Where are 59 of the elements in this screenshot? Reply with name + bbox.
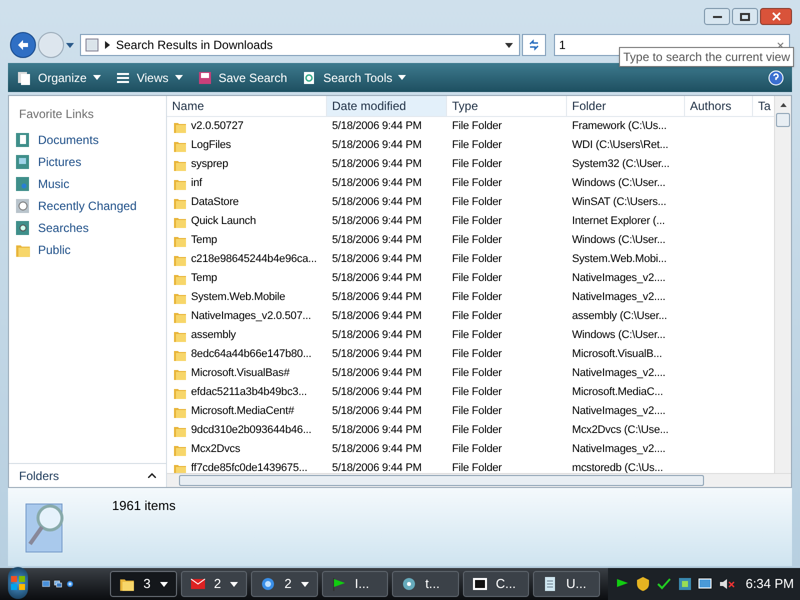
type-cell: File Folder	[452, 215, 502, 228]
folder-cell: Windows (C:\User...	[572, 234, 666, 246]
type-cell: File Folder	[452, 462, 502, 473]
tooltip: Type to search the current view	[619, 47, 794, 67]
date-cell: 5/18/2006 9:44 PM	[332, 158, 422, 170]
type-cell: File Folder	[452, 386, 502, 398]
type-cell: File Folder	[452, 158, 502, 170]
folder-cell: Internet Explorer (...	[572, 215, 665, 228]
folder-cell: Framework (C:\Us...	[572, 120, 667, 132]
date-cell: 5/18/2006 9:44 PM	[332, 462, 422, 473]
type-cell: File Folder	[452, 291, 502, 304]
date-cell: 5/18/2006 9:44 PM	[332, 443, 422, 456]
folder-cell: NativeImages_v2....	[572, 367, 666, 380]
date-cell: 5/18/2006 9:44 PM	[332, 386, 422, 398]
type-cell: File Folder	[452, 272, 502, 284]
type-cell: File Folder	[452, 424, 502, 436]
folder-cell: NativeImages_v2....	[572, 291, 666, 304]
date-cell: 5/18/2006 9:44 PM	[332, 215, 422, 228]
type-cell: File Folder	[452, 329, 502, 342]
type-cell: File Folder	[452, 405, 502, 418]
date-cell: 5/18/2006 9:44 PM	[332, 329, 422, 342]
date-cell: 5/18/2006 9:44 PM	[332, 120, 422, 132]
type-cell: File Folder	[452, 234, 502, 246]
type-cell: File Folder	[452, 348, 502, 360]
folder-cell: Microsoft.MediaC...	[572, 386, 663, 398]
date-cell: 5/18/2006 9:44 PM	[332, 348, 422, 360]
date-cell: 5/18/2006 9:44 PM	[332, 196, 422, 208]
folder-cell: Microsoft.VisualB...	[572, 348, 662, 360]
folder-cell: WinSAT (C:\Users...	[572, 196, 666, 208]
folder-cell: WDI (C:\Users\Ret...	[572, 139, 668, 152]
type-cell: File Folder	[452, 196, 502, 208]
date-cell: 5/18/2006 9:44 PM	[332, 310, 422, 322]
date-cell: 5/18/2006 9:44 PM	[332, 291, 422, 304]
date-cell: 5/18/2006 9:44 PM	[332, 253, 422, 266]
date-cell: 5/18/2006 9:44 PM	[332, 272, 422, 284]
type-cell: File Folder	[452, 253, 502, 266]
folder-cell: System.Web.Mobi...	[572, 253, 667, 266]
date-cell: 5/18/2006 9:44 PM	[332, 177, 422, 190]
date-cell: 5/18/2006 9:44 PM	[332, 405, 422, 418]
folder-cell: Windows (C:\User...	[572, 177, 666, 190]
folder-cell: Windows (C:\User...	[572, 329, 666, 342]
folder-cell: NativeImages_v2....	[572, 405, 666, 418]
date-cell: 5/18/2006 9:44 PM	[332, 234, 422, 246]
type-cell: File Folder	[452, 367, 502, 380]
type-cell: File Folder	[452, 310, 502, 322]
item-count: 1961 items	[112, 497, 176, 515]
folder-cell: Mcx2Dvcs (C:\Use...	[572, 424, 668, 436]
folder-cell: NativeImages_v2....	[572, 443, 666, 456]
date-cell: 5/18/2006 9:44 PM	[332, 367, 422, 380]
pane-heading: Favorite Links	[18, 106, 95, 123]
folder-cell: System32 (C:\User...	[572, 158, 670, 170]
type-cell: File Folder	[452, 177, 502, 190]
folder-cell: NativeImages_v2....	[572, 272, 666, 284]
date-cell: 5/18/2006 9:44 PM	[332, 424, 422, 436]
type-cell: File Folder	[452, 139, 502, 152]
type-cell: File Folder	[452, 120, 502, 132]
folder-cell: assembly (C:\User...	[572, 310, 668, 322]
type-cell: File Folder	[452, 443, 502, 456]
date-cell: 5/18/2006 9:44 PM	[332, 139, 422, 152]
